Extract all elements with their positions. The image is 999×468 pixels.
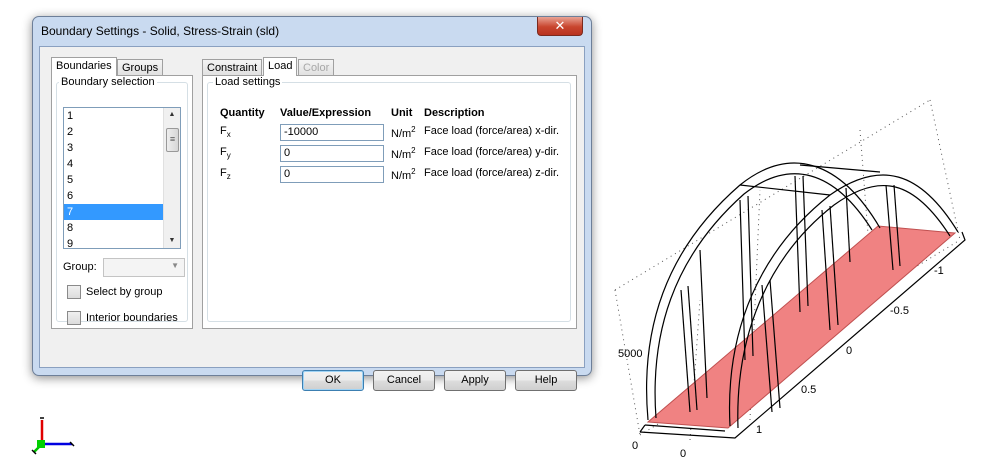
load-settings-group: Load settings Quantity Value/Expression …	[207, 76, 571, 322]
apply-button[interactable]: Apply	[444, 370, 506, 391]
ok-button[interactable]: OK	[302, 370, 364, 391]
boundary-selection-label: Boundary selection	[59, 76, 157, 88]
fy-description: Face load (force/area) y-dir.	[424, 146, 560, 158]
header-unit: Unit	[391, 107, 413, 119]
fz-value-field[interactable]: 0	[280, 166, 384, 183]
boundary-settings-dialog: Boundary Settings - Solid, Stress-Strain…	[32, 16, 592, 391]
scroll-up-icon[interactable]: ▲	[164, 108, 180, 122]
fz-unit: N/m2	[391, 167, 416, 182]
tick-label: -0.5	[890, 305, 909, 317]
cancel-button[interactable]: Cancel	[373, 370, 435, 391]
boundary-selection-group: Boundary selection 123456789 ▲ ≡ ▼ Group…	[56, 76, 188, 326]
interior-boundaries-checkbox[interactable]	[67, 311, 81, 326]
quantity-fx: Fx	[220, 125, 231, 139]
select-by-group-row[interactable]: Select by group	[67, 285, 162, 301]
listbox-scrollbar[interactable]: ▲ ≡ ▼	[163, 108, 180, 248]
selected-boundary-face[interactable]	[646, 225, 957, 429]
chevron-down-icon: ▼	[171, 261, 179, 270]
tick-label: 0	[846, 345, 853, 357]
boundaries-panel: Boundary selection 123456789 ▲ ≡ ▼ Group…	[51, 75, 193, 329]
title-bar[interactable]: Boundary Settings - Solid, Stress-Strain…	[33, 17, 591, 45]
fz-description: Face load (force/area) z-dir.	[424, 167, 560, 179]
fy-value-field[interactable]: 0	[280, 145, 384, 162]
tick-label: -1	[934, 265, 944, 277]
select-by-group-checkbox[interactable]	[67, 285, 81, 300]
fx-value-field[interactable]: -10000	[280, 124, 384, 141]
dialog-client-area: Boundaries Groups Boundary selection 123…	[39, 46, 585, 391]
boundary-listbox[interactable]: 123456789 ▲ ≡ ▼	[63, 107, 181, 249]
header-value: Value/Expression	[280, 107, 372, 119]
tick-label: 5000	[618, 348, 643, 360]
tab-boundaries[interactable]: Boundaries	[51, 57, 117, 76]
interior-boundaries-row[interactable]: Interior boundaries	[67, 311, 178, 327]
tab-groups[interactable]: Groups	[117, 59, 164, 76]
group-combobox[interactable]: ▼	[103, 258, 185, 277]
load-settings-label: Load settings	[213, 76, 283, 88]
scroll-down-icon[interactable]: ▼	[164, 234, 180, 248]
tab-constraint[interactable]: Constraint	[202, 59, 263, 76]
group-label: Group:	[63, 261, 97, 273]
select-by-group-label: Select by group	[86, 286, 163, 298]
interior-boundaries-label: Interior boundaries	[86, 312, 178, 324]
load-panel: Load settings Quantity Value/Expression …	[202, 75, 577, 329]
quantity-fz: Fz	[220, 167, 231, 181]
quantity-fy: Fy	[220, 146, 231, 160]
axis-triad-icon	[31, 417, 75, 455]
tick-label: 0	[680, 448, 687, 460]
close-button[interactable]: ✕	[537, 17, 583, 36]
tick-label: 1	[756, 424, 763, 436]
fx-description: Face load (force/area) x-dir.	[424, 125, 560, 137]
fx-unit: N/m2	[391, 125, 416, 140]
header-description: Description	[424, 107, 485, 119]
tab-color: Color	[298, 59, 335, 76]
tick-label: 0	[632, 440, 639, 452]
dialog-title: Boundary Settings - Solid, Stress-Strain…	[41, 24, 280, 38]
fy-unit: N/m2	[391, 146, 416, 161]
tick-label: 0.5	[801, 384, 817, 396]
header-quantity: Quantity	[220, 107, 265, 119]
scroll-thumb[interactable]: ≡	[166, 128, 179, 152]
help-button[interactable]: Help	[515, 370, 577, 391]
tab-load[interactable]: Load	[263, 57, 298, 76]
